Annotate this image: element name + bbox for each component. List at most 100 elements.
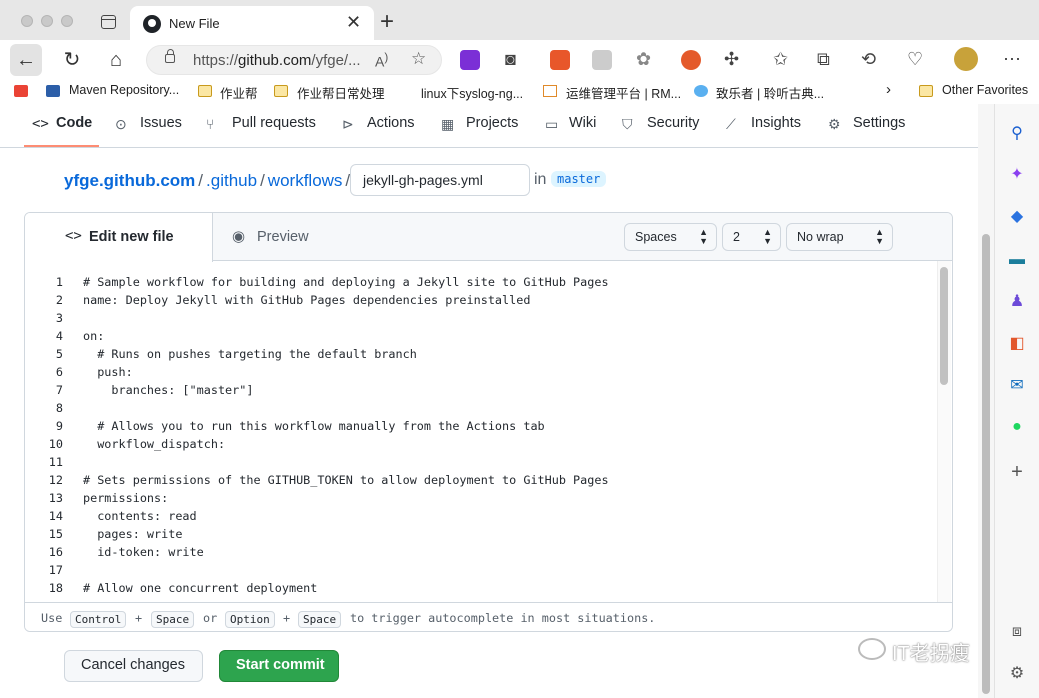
- bookmark-syslog[interactable]: linux下syslog-ng...: [421, 83, 523, 102]
- office-icon[interactable]: ◧: [1007, 334, 1027, 354]
- page-scrollbar[interactable]: [978, 104, 994, 698]
- extension-rp-icon[interactable]: [460, 50, 480, 70]
- code-line[interactable]: 8: [25, 401, 952, 419]
- collections-icon[interactable]: ⧉: [817, 48, 830, 70]
- breadcrumb-repo-link[interactable]: yfge.github.com: [64, 171, 195, 190]
- tab-settings[interactable]: Settings: [853, 115, 905, 131]
- line-text[interactable]: permissions:: [83, 491, 168, 505]
- add-sidebar-app-icon[interactable]: +: [1007, 462, 1027, 482]
- line-text[interactable]: push:: [83, 365, 133, 379]
- window-zoom-button[interactable]: [61, 15, 73, 27]
- shopping-tag-icon[interactable]: ◆: [1007, 207, 1027, 227]
- gmail-icon[interactable]: [14, 85, 28, 97]
- favorites-icon[interactable]: ✩: [773, 48, 788, 70]
- lock-icon: [165, 49, 175, 63]
- add-favorite-icon[interactable]: ☆: [411, 49, 426, 69]
- line-text[interactable]: branches: ["master"]: [83, 383, 253, 397]
- indent-mode-select[interactable]: Spaces ▲ ▼: [624, 223, 717, 251]
- code-line[interactable]: 10 workflow_dispatch:: [25, 437, 952, 455]
- code-line[interactable]: 7 branches: ["master"]: [25, 383, 952, 401]
- tools-icon[interactable]: ▬: [1007, 250, 1027, 270]
- tab-issues[interactable]: Issues: [140, 115, 182, 131]
- line-text[interactable]: # Allow one concurrent deployment: [83, 581, 317, 595]
- page-scrollbar-thumb[interactable]: [982, 234, 990, 694]
- wrap-mode-select[interactable]: No wrap ▲ ▼: [786, 223, 893, 251]
- refresh-button[interactable]: ↻: [56, 44, 88, 76]
- line-text[interactable]: name: Deploy Jekyll with GitHub Pages de…: [83, 293, 530, 307]
- tab-code[interactable]: Code: [56, 115, 92, 131]
- line-text[interactable]: # Allows you to run this workflow manual…: [83, 419, 544, 433]
- address-bar[interactable]: https://github.com/yfge/... A) ☆: [146, 45, 442, 75]
- filename-input[interactable]: jekyll-gh-pages.yml: [350, 164, 530, 196]
- bookmark-folder-daily[interactable]: 作业帮日常处理: [297, 83, 385, 102]
- sidebar-collapse-icon[interactable]: ⧈: [1007, 622, 1027, 642]
- line-text[interactable]: on:: [83, 329, 104, 343]
- code-line[interactable]: 17: [25, 563, 952, 581]
- tab-actions[interactable]: Actions: [367, 115, 415, 131]
- line-text[interactable]: id-token: write: [83, 545, 204, 559]
- bookmark-other-favorites[interactable]: Other Favorites: [942, 83, 1028, 97]
- code-line[interactable]: 11: [25, 455, 952, 473]
- breadcrumb-workflows-link[interactable]: workflows: [268, 171, 343, 190]
- code-line[interactable]: 5 # Runs on pushes targeting the default…: [25, 347, 952, 365]
- tab-actions-icon[interactable]: [101, 15, 116, 29]
- code-line[interactable]: 16 id-token: write: [25, 545, 952, 563]
- extension-on-icon[interactable]: [550, 50, 570, 70]
- outlook-icon[interactable]: ✉: [1007, 376, 1027, 396]
- extension-orange-icon[interactable]: [681, 50, 701, 70]
- code-line[interactable]: 4 on:: [25, 329, 952, 347]
- line-text[interactable]: pages: write: [83, 527, 182, 541]
- history-icon[interactable]: ⟲: [861, 48, 876, 70]
- code-line[interactable]: 6 push:: [25, 365, 952, 383]
- sidebar-settings-icon[interactable]: ⚙: [1007, 664, 1027, 684]
- tab-pull-requests[interactable]: Pull requests: [232, 115, 316, 131]
- performance-icon[interactable]: ♡: [907, 48, 923, 70]
- code-line[interactable]: 14 contents: read: [25, 509, 952, 527]
- window-close-button[interactable]: [21, 15, 33, 27]
- line-text[interactable]: # Runs on pushes targeting the default b…: [83, 347, 417, 361]
- home-button[interactable]: ⌂: [100, 44, 132, 76]
- code-area[interactable]: 1 # Sample workflow for building and depl…: [25, 275, 952, 605]
- extensions-puzzle-icon[interactable]: ✣: [724, 48, 739, 70]
- bookmark-folder-zuoyebang[interactable]: 作业帮: [220, 83, 258, 102]
- window-minimize-button[interactable]: [41, 15, 53, 27]
- code-line[interactable]: 18 # Allow one concurrent deployment: [25, 581, 952, 599]
- bookmarks-overflow-chevron-icon[interactable]: ›: [886, 81, 891, 98]
- spotify-icon[interactable]: ●: [1007, 417, 1027, 437]
- profile-avatar[interactable]: [954, 47, 978, 71]
- more-menu-icon[interactable]: ⋯: [1003, 48, 1021, 70]
- tab-wiki[interactable]: Wiki: [569, 115, 596, 131]
- line-text[interactable]: # Sample workflow for building and deplo…: [83, 275, 609, 289]
- read-aloud-icon[interactable]: A): [375, 51, 388, 70]
- tab-insights[interactable]: Insights: [751, 115, 801, 131]
- code-line[interactable]: 3: [25, 311, 952, 329]
- bookmark-rm[interactable]: 运维管理平台 | RM...: [566, 83, 681, 102]
- extension-flower-icon[interactable]: ✿: [636, 48, 651, 70]
- code-line[interactable]: 12 # Sets permissions of the GITHUB_TOKEN…: [25, 473, 952, 491]
- code-line[interactable]: 15 pages: write: [25, 527, 952, 545]
- line-text[interactable]: workflow_dispatch:: [83, 437, 225, 451]
- line-text[interactable]: contents: read: [83, 509, 196, 523]
- cancel-changes-button[interactable]: Cancel changes: [64, 650, 203, 682]
- games-icon[interactable]: ♟: [1007, 292, 1027, 312]
- bookmark-classical[interactable]: 致乐者 | 聆听古典...: [716, 83, 824, 102]
- code-line[interactable]: 1 # Sample workflow for building and depl…: [25, 275, 952, 293]
- tab-security[interactable]: Security: [647, 115, 699, 131]
- tab-close-icon[interactable]: ✕: [346, 12, 361, 32]
- start-commit-button[interactable]: Start commit: [219, 650, 339, 682]
- breadcrumb-github-dir-link[interactable]: .github: [206, 171, 257, 190]
- code-line[interactable]: 2 name: Deploy Jekyll with GitHub Pages d…: [25, 293, 952, 311]
- indent-size-select[interactable]: 2 ▲ ▼: [722, 223, 781, 251]
- code-line[interactable]: 9 # Allows you to run this workflow manu…: [25, 419, 952, 437]
- tab-projects[interactable]: Projects: [466, 115, 518, 131]
- line-text[interactable]: # Sets permissions of the GITHUB_TOKEN t…: [83, 473, 609, 487]
- new-tab-icon[interactable]: +: [380, 10, 394, 34]
- code-line[interactable]: 13 permissions:: [25, 491, 952, 509]
- bookmark-maven[interactable]: Maven Repository...: [69, 83, 179, 97]
- tab-edit-new-file[interactable]: <> Edit new file: [25, 213, 213, 262]
- back-button[interactable]: ←: [10, 44, 42, 76]
- copilot-sparkle-icon[interactable]: ✦: [1007, 165, 1027, 185]
- search-icon[interactable]: ⚲: [1007, 124, 1027, 144]
- extension-gray-icon[interactable]: [592, 50, 612, 70]
- camera-icon[interactable]: ◙: [505, 48, 516, 70]
